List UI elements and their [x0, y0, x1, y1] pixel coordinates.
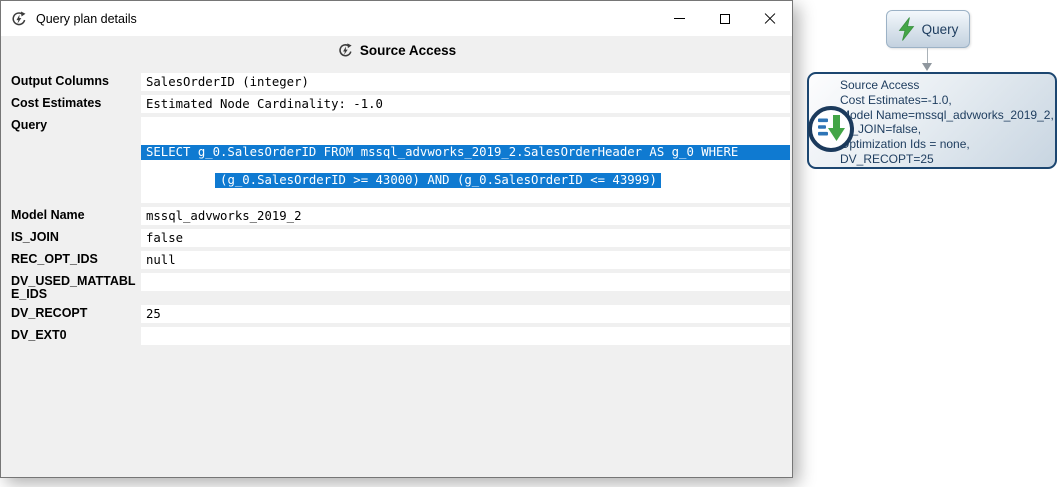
property-row-rec-opt-ids: REC_OPT_IDS null [11, 251, 790, 269]
close-button[interactable] [747, 1, 792, 36]
property-row-model-name: Model Name mssql_advworks_2019_2 [11, 207, 790, 225]
node-detail: IS_JOIN=false, [840, 122, 1051, 137]
property-value-field[interactable]: 25 [141, 305, 790, 323]
screen: Query plan details Source Access Output … [0, 0, 1063, 487]
property-grid: Output Columns SalesOrderID (integer) Co… [1, 64, 792, 345]
property-row-query: Query SELECT g_0.SalesOrderID FROM mssql… [11, 117, 790, 203]
property-label: Cost Estimates [11, 95, 141, 110]
property-label: Query [11, 117, 141, 132]
property-value-field[interactable]: null [141, 251, 790, 269]
node-detail: Cost Estimates=-1.0, [840, 93, 1051, 108]
dialog-title: Source Access [360, 43, 456, 58]
property-row-dv-ext0: DV_EXT0 [11, 327, 790, 345]
property-row-output-columns: Output Columns SalesOrderID (integer) [11, 73, 790, 91]
node-detail: Optimization Ids = none, [840, 137, 1051, 152]
query-selected-text-line2[interactable]: (g_0.SalesOrderID >= 43000) AND (g_0.Sal… [215, 173, 661, 188]
data-fetch-circle-icon [806, 104, 856, 154]
property-value-field[interactable]: false [141, 229, 790, 247]
property-row-is-join: IS_JOIN false [11, 229, 790, 247]
property-label: DV_EXT0 [11, 327, 141, 342]
property-label: DV_RECOPT [11, 305, 141, 320]
property-value-field[interactable]: SalesOrderID (integer) [141, 73, 790, 91]
window-controls [657, 1, 792, 36]
connector-line [927, 48, 928, 64]
down-arrow-icon [922, 63, 932, 71]
property-label: IS_JOIN [11, 229, 141, 244]
maximize-icon [720, 14, 730, 24]
property-label: Model Name [11, 207, 141, 222]
source-access-refresh-bolt-icon [337, 42, 354, 59]
property-row-dv-used-mattable-ids: DV_USED_MATTABLE_IDS [11, 273, 790, 301]
property-value-field[interactable]: Estimated Node Cardinality: -1.0 [141, 95, 790, 113]
close-icon [764, 13, 776, 25]
query-node-label: Query [922, 22, 959, 37]
property-label: REC_OPT_IDS [11, 251, 141, 266]
titlebar[interactable]: Query plan details [1, 1, 792, 36]
window-title: Query plan details [36, 12, 137, 26]
maximize-button[interactable] [702, 1, 747, 36]
property-value-field[interactable] [141, 327, 790, 345]
property-label: Output Columns [11, 73, 141, 88]
property-row-cost-estimates: Cost Estimates Estimated Node Cardinalit… [11, 95, 790, 113]
property-label: DV_USED_MATTABLE_IDS [11, 273, 141, 301]
lightning-bolt-icon [898, 17, 915, 41]
minimize-button[interactable] [657, 1, 702, 36]
query-selected-text-line1[interactable]: SELECT g_0.SalesOrderID FROM mssql_advwo… [141, 145, 790, 160]
property-value-field[interactable] [141, 273, 790, 291]
query-plan-refresh-bolt-icon [10, 10, 28, 28]
query-plan-root-node[interactable]: Query [886, 10, 970, 48]
property-row-dv-recopt: DV_RECOPT 25 [11, 305, 790, 323]
node-title: Source Access [840, 78, 1051, 93]
node-detail: Model Name=mssql_advworks_2019_2, [840, 108, 1051, 123]
node-detail: DV_RECOPT=25 [840, 152, 1051, 167]
query-plan-details-dialog: Query plan details Source Access Output … [0, 0, 793, 478]
property-value-field[interactable]: mssql_advworks_2019_2 [141, 207, 790, 225]
dialog-header: Source Access [1, 36, 792, 64]
query-value-field[interactable]: SELECT g_0.SalesOrderID FROM mssql_advwo… [141, 117, 790, 203]
minimize-icon [674, 18, 685, 19]
